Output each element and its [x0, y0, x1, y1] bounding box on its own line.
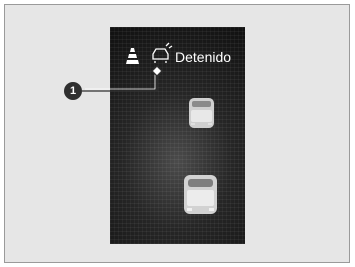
callout-number: 1	[64, 82, 82, 100]
stopped-vehicle-icon	[152, 42, 173, 63]
own-car	[184, 175, 217, 214]
car-ahead	[189, 98, 214, 128]
callout-leader	[82, 65, 163, 92]
display-graphics	[82, 42, 217, 214]
lane-cone-icon	[126, 48, 139, 64]
status-text: Detenido	[175, 49, 232, 65]
